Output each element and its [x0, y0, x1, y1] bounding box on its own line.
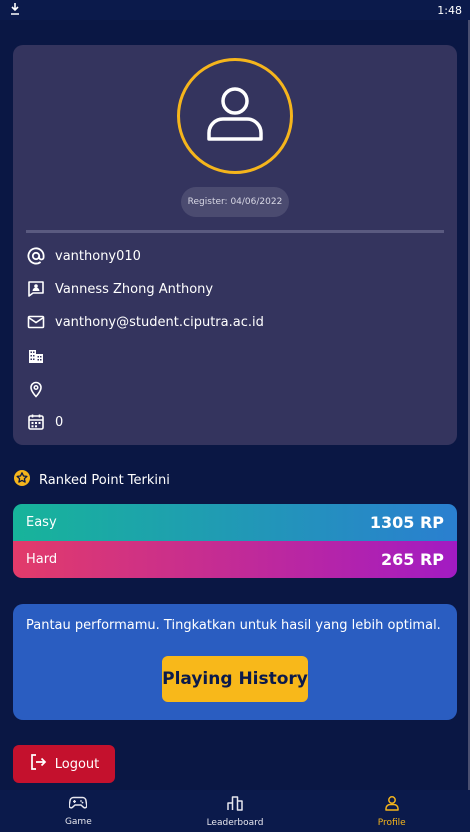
logout-label: Logout — [54, 756, 100, 772]
status-bar: 1:48 — [0, 0, 470, 20]
download-icon — [10, 2, 20, 18]
nav-label-profile: Profile — [377, 817, 406, 828]
email-text: vanthony@student.ciputra.ac.id — [55, 314, 264, 330]
rank-hard-label: Hard — [26, 552, 58, 567]
nav-label-game: Game — [64, 816, 92, 827]
fullname-text: Vanness Zhong Anthony — [55, 281, 214, 297]
username-row: vanthony010 — [26, 245, 141, 267]
rank-easy-bar: Easy 1305 RP — [13, 504, 457, 541]
divider — [26, 230, 444, 233]
location-row — [26, 378, 55, 400]
logout-button[interactable]: Logout — [13, 745, 115, 783]
contact-card-icon — [26, 279, 46, 299]
username-text: vanthony010 — [55, 248, 141, 264]
at-icon — [26, 246, 46, 266]
profile-icon — [384, 795, 400, 814]
mail-icon — [26, 312, 46, 332]
status-time: 1:48 — [437, 3, 462, 17]
nav-item-profile[interactable]: Profile — [313, 790, 470, 832]
playing-history-card: Pantau performamu. Tingkatkan untuk hasi… — [13, 604, 457, 720]
nav-item-game[interactable]: Game — [0, 790, 157, 832]
star-badge-icon — [13, 469, 31, 491]
calendar-text: 0 — [55, 414, 64, 430]
calendar-row: 0 — [26, 411, 63, 433]
fullname-row: Vanness Zhong Anthony — [26, 278, 213, 300]
building-icon — [26, 346, 46, 366]
gamepad-icon — [68, 796, 88, 813]
rank-hard-value: 265 RP — [380, 550, 444, 569]
nav-label-leaderboard: Leaderboard — [206, 817, 264, 828]
leaderboard-icon — [227, 795, 243, 814]
nav-item-leaderboard[interactable]: Leaderboard — [157, 790, 314, 832]
rank-easy-label: Easy — [26, 515, 57, 530]
calendar-icon — [26, 412, 46, 432]
register-date-badge: Register: 04/06/2022 — [181, 187, 289, 217]
profile-screen: Register: 04/06/2022 vanthony010 Vanness… — [0, 20, 470, 790]
ranked-point-header: Ranked Point Terkini — [13, 470, 170, 490]
avatar[interactable] — [177, 58, 293, 174]
logout-icon — [29, 753, 47, 775]
ranked-point-title: Ranked Point Terkini — [39, 472, 170, 488]
rank-easy-value: 1305 RP — [369, 513, 444, 532]
bottom-nav: Game Leaderboard Profile — [0, 790, 470, 832]
playing-history-button[interactable]: Playing History — [162, 656, 308, 702]
profile-card: Register: 04/06/2022 vanthony010 Vanness… — [13, 45, 457, 445]
company-row — [26, 345, 55, 367]
history-description: Pantau performamu. Tingkatkan untuk hasi… — [26, 618, 441, 633]
email-row: vanthony@student.ciputra.ac.id — [26, 311, 264, 333]
location-pin-icon — [26, 379, 46, 399]
person-icon — [205, 84, 265, 148]
rank-hard-bar: Hard 265 RP — [13, 541, 457, 578]
